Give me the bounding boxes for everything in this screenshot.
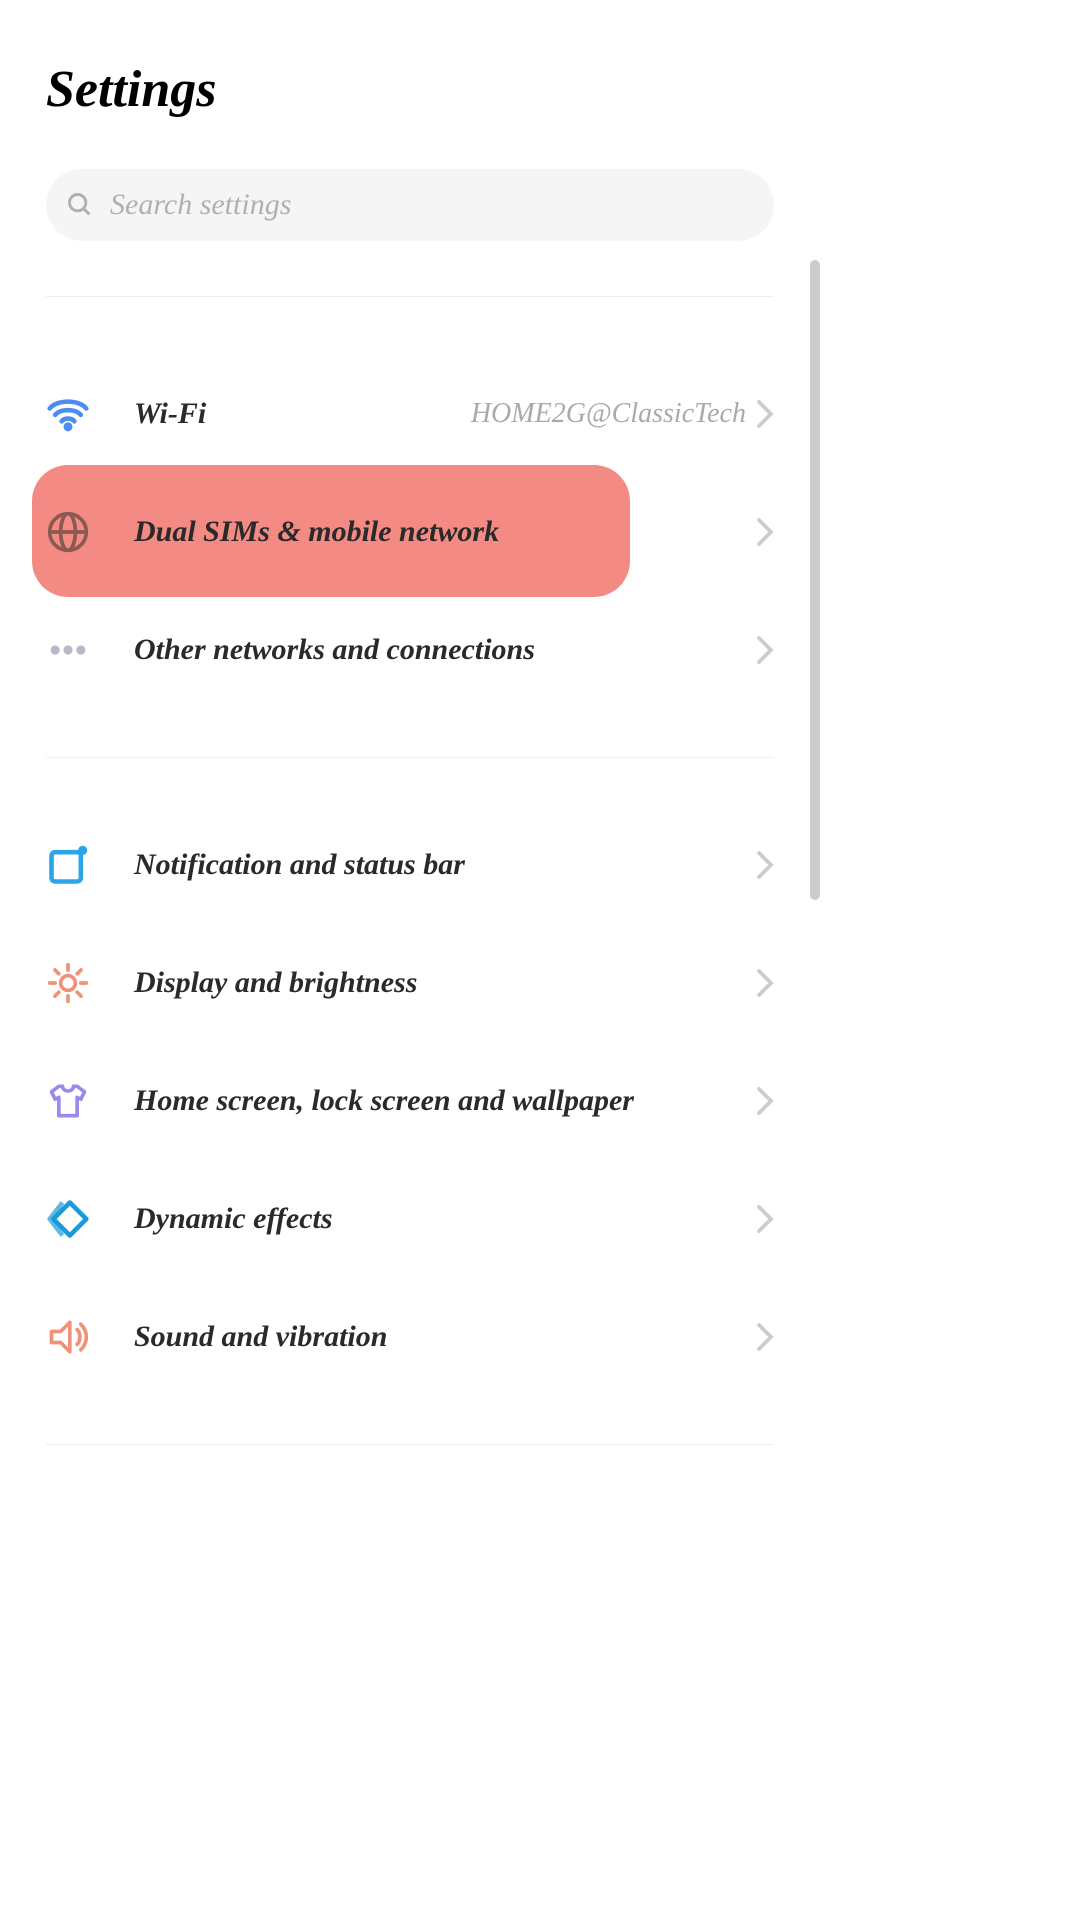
section-divider — [46, 1444, 774, 1445]
item-label: Display and brightness — [134, 966, 756, 1000]
item-label: Home screen, lock screen and wallpaper — [134, 1084, 756, 1118]
diamond-icon — [46, 1197, 90, 1241]
settings-item-home-screen[interactable]: Home screen, lock screen and wallpaper — [0, 1042, 820, 1160]
settings-item-sound[interactable]: Sound and vibration — [0, 1278, 820, 1396]
page-title: Settings — [0, 0, 820, 149]
brightness-icon — [46, 961, 90, 1005]
settings-item-dual-sim[interactable]: Dual SIMs & mobile network — [0, 473, 820, 591]
dots-icon — [46, 628, 90, 672]
chevron-right-icon — [756, 850, 774, 880]
search-box[interactable] — [46, 169, 774, 241]
chevron-right-icon — [756, 1322, 774, 1352]
chevron-right-icon — [756, 1086, 774, 1116]
settings-item-wifi[interactable]: Wi-Fi HOME2G@ClassicTech — [0, 355, 820, 473]
search-icon — [66, 191, 94, 219]
wifi-icon — [46, 392, 90, 436]
chevron-right-icon — [756, 1204, 774, 1234]
section-divider — [46, 757, 774, 758]
item-label: Sound and vibration — [134, 1320, 756, 1354]
item-value: HOME2G@ClassicTech — [471, 398, 746, 430]
item-label: Notification and status bar — [134, 848, 756, 882]
tshirt-icon — [46, 1079, 90, 1123]
settings-item-notification[interactable]: Notification and status bar — [0, 806, 820, 924]
chevron-right-icon — [756, 635, 774, 665]
settings-group-display: Notification and status bar — [0, 806, 820, 1396]
search-input[interactable] — [110, 188, 754, 222]
chevron-right-icon — [756, 968, 774, 998]
settings-group-network: Wi-Fi HOME2G@ClassicTech Dual SIMs & mob… — [0, 297, 820, 709]
item-label: Dynamic effects — [134, 1202, 756, 1236]
settings-item-other-networks[interactable]: Other networks and connections — [0, 591, 820, 709]
item-label: Other networks and connections — [134, 633, 756, 667]
chevron-right-icon — [756, 517, 774, 547]
notification-icon — [46, 843, 90, 887]
item-label: Dual SIMs & mobile network — [134, 515, 756, 549]
settings-item-dynamic-effects[interactable]: Dynamic effects — [0, 1160, 820, 1278]
sound-icon — [46, 1315, 90, 1359]
scrollbar[interactable] — [810, 260, 820, 900]
globe-icon — [46, 510, 90, 554]
chevron-right-icon — [756, 399, 774, 429]
settings-item-display[interactable]: Display and brightness — [0, 924, 820, 1042]
item-label: Wi-Fi — [134, 397, 471, 431]
settings-page: Settings Wi-Fi HOME2G@ClassicTech — [0, 0, 820, 1445]
